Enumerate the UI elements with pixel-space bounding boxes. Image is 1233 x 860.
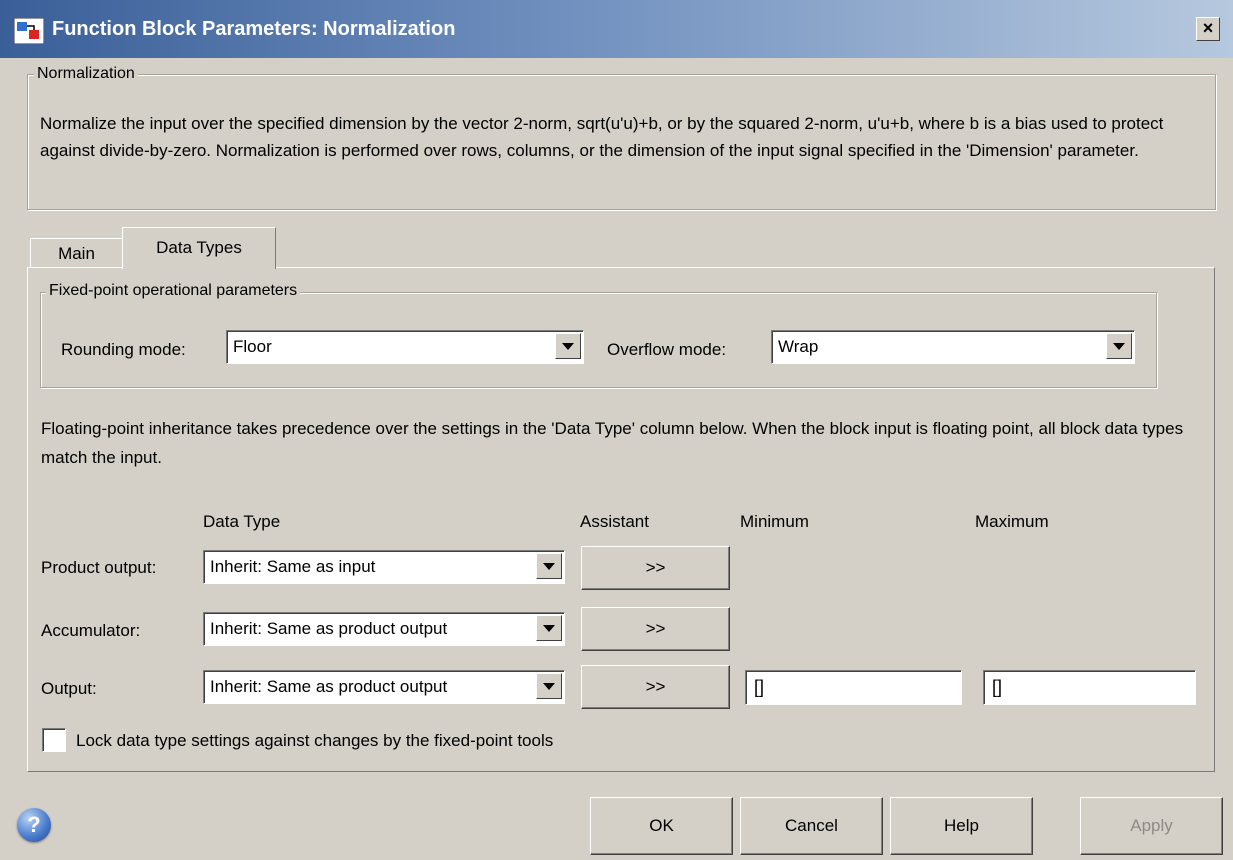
accumulator-data-type-dropdown[interactable]: Inherit: Same as product output: [203, 612, 565, 646]
overflow-mode-dropdown[interactable]: Wrap: [771, 330, 1135, 364]
tab-data-types[interactable]: Data Types: [122, 227, 276, 269]
block-description: Normalize the input over the specified d…: [40, 114, 1164, 160]
chevron-down-icon[interactable]: [536, 615, 562, 641]
accumulator-label: Accumulator:: [41, 621, 141, 640]
overflow-mode-label: Overflow mode:: [607, 340, 727, 359]
inheritance-info-text: Floating-point inheritance takes precede…: [41, 419, 1184, 467]
accumulator-assistant-button[interactable]: >>: [581, 607, 730, 651]
output-maximum-value: []: [992, 677, 1003, 697]
lock-data-type-label[interactable]: Lock data type settings against changes …: [76, 731, 553, 751]
output-minimum-field[interactable]: []: [745, 670, 962, 705]
output-label: Output:: [41, 679, 97, 698]
output-minimum-value: []: [754, 677, 765, 697]
product-output-data-type-dropdown[interactable]: Inherit: Same as input: [203, 550, 565, 584]
column-header-assistant: Assistant: [580, 512, 649, 531]
product-output-label: Product output:: [41, 558, 157, 577]
fixed-point-legend: Fixed-point operational parameters: [46, 282, 301, 300]
accumulator-data-type-value: Inherit: Same as product output: [210, 619, 448, 638]
lock-data-type-checkbox[interactable]: [42, 728, 66, 752]
simulink-app-icon: [14, 18, 44, 44]
overflow-mode-value: Wrap: [778, 337, 819, 356]
description-legend: Normalization: [34, 65, 138, 83]
product-output-data-type-value: Inherit: Same as input: [210, 557, 376, 576]
ok-button[interactable]: OK: [590, 797, 733, 855]
chevron-down-icon[interactable]: [1106, 333, 1132, 359]
column-header-data-type: Data Type: [203, 512, 281, 531]
help-button[interactable]: Help: [890, 797, 1033, 855]
chevron-down-icon[interactable]: [536, 553, 562, 579]
output-data-type-dropdown[interactable]: Inherit: Same as product output: [203, 670, 565, 704]
apply-button[interactable]: Apply: [1080, 797, 1223, 855]
column-header-maximum: Maximum: [975, 512, 1049, 531]
output-maximum-field[interactable]: []: [983, 670, 1196, 705]
window-title: Function Block Parameters: Normalization: [52, 18, 456, 40]
close-icon[interactable]: ×: [1196, 17, 1220, 41]
output-assistant-button[interactable]: >>: [581, 665, 730, 709]
column-header-minimum: Minimum: [740, 512, 809, 531]
chevron-down-icon[interactable]: [536, 673, 562, 699]
rounding-mode-value: Floor: [233, 337, 272, 356]
cancel-button[interactable]: Cancel: [740, 797, 883, 855]
rounding-mode-label: Rounding mode:: [61, 340, 186, 359]
rounding-mode-dropdown[interactable]: Floor: [226, 330, 584, 364]
output-data-type-value: Inherit: Same as product output: [210, 677, 448, 696]
product-output-assistant-button[interactable]: >>: [581, 546, 730, 590]
help-icon[interactable]: ?: [17, 808, 51, 842]
tab-main[interactable]: Main: [30, 238, 123, 268]
chevron-down-icon[interactable]: [555, 333, 581, 359]
